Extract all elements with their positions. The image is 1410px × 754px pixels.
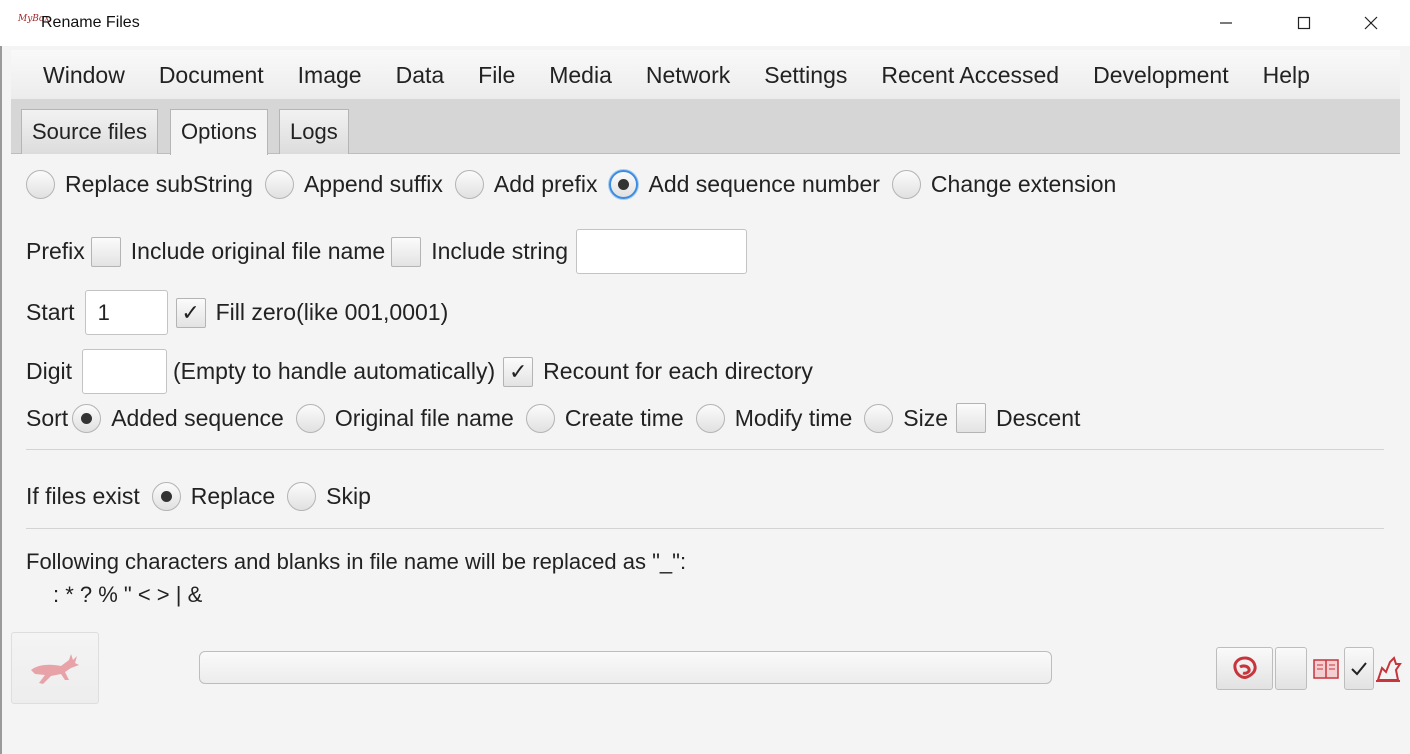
minimize-button[interactable] (1197, 0, 1255, 46)
radio-selected-dot (160, 491, 172, 502)
close-button[interactable] (1342, 0, 1400, 46)
radio-sort-added-sequence[interactable] (72, 403, 102, 433)
checkbox-include-string[interactable] (391, 236, 422, 267)
menu-bar: Window Document Image Data File Media Ne… (11, 50, 1400, 100)
book-icon (1313, 658, 1339, 679)
label-digit-hint: (Empty to handle automatically) (173, 358, 496, 384)
label-if-files-exist: If files exist (26, 483, 140, 509)
radio-add-prefix[interactable] (454, 170, 484, 199)
maximize-icon (1297, 16, 1311, 30)
label-exist-skip: Skip (326, 483, 371, 509)
notice-text: Following characters and blanks in file … (26, 549, 687, 574)
label-fill-zero: Fill zero(like 001,0001) (215, 299, 449, 325)
radio-change-extension[interactable] (891, 170, 921, 199)
label-sort-modify-time: Modify time (734, 404, 853, 431)
menu-network[interactable]: Network (629, 50, 747, 100)
radio-sort-original-name[interactable] (295, 403, 325, 433)
label-append-suffix: Append suffix (303, 171, 443, 197)
checkbox-fill-zero[interactable]: ✓ (175, 297, 206, 328)
radio-exist-replace[interactable] (151, 482, 181, 511)
cat-icon (1376, 655, 1402, 682)
menu-data[interactable]: Data (379, 50, 462, 100)
label-sort-original-name: Original file name (334, 404, 514, 431)
label-sort: Sort (26, 404, 69, 431)
checkbox-include-original-name[interactable] (90, 236, 121, 267)
tab-source-files[interactable]: Source files (21, 109, 158, 154)
check-icon: ✓ (181, 299, 200, 325)
separator (26, 528, 1384, 529)
label-add-prefix: Add prefix (493, 171, 598, 197)
prefix-row: Prefix Include original file name Includ… (26, 229, 748, 274)
toggle-button[interactable] (1275, 647, 1307, 690)
sort-row: Sort Added sequence Original file name C… (26, 403, 1080, 433)
menu-document[interactable]: Document (142, 50, 281, 100)
label-prefix: Prefix (26, 238, 85, 264)
start-row: Start ✓ Fill zero(like 001,0001) (26, 290, 448, 335)
options-panel: Replace subString Append suffix Add pref… (11, 155, 1403, 754)
tab-strip: Source files Options Logs (11, 100, 1400, 155)
label-sort-added-sequence: Added sequence (111, 404, 284, 431)
deer-run-icon (31, 654, 79, 684)
label-digit: Digit (26, 358, 73, 384)
check-icon (1351, 661, 1367, 675)
start-button[interactable] (11, 632, 99, 704)
radio-selected-dot (81, 412, 93, 424)
label-sort-create-time: Create time (564, 404, 684, 431)
label-sort-size: Size (903, 404, 949, 431)
checkbox-recount[interactable]: ✓ (503, 356, 534, 387)
include-string-input[interactable] (576, 229, 748, 274)
manual-button[interactable] (1308, 647, 1344, 690)
weibo-icon (1232, 655, 1257, 679)
menu-settings[interactable]: Settings (747, 50, 864, 100)
label-start: Start (26, 299, 75, 325)
label-recount: Recount for each directory (543, 358, 813, 384)
radio-sort-create-time[interactable] (525, 403, 555, 433)
menu-media[interactable]: Media (532, 50, 629, 100)
radio-add-sequence-number[interactable] (609, 170, 639, 199)
start-input[interactable] (84, 290, 168, 335)
menu-window[interactable]: Window (26, 50, 142, 100)
menu-recent-accessed[interactable]: Recent Accessed (864, 50, 1076, 100)
title-bar: MyBox Rename Files (0, 0, 1410, 46)
radio-selected-dot (618, 179, 630, 190)
checkbox-descent[interactable] (956, 403, 987, 433)
weibo-button[interactable] (1216, 647, 1273, 690)
menu-development[interactable]: Development (1076, 50, 1246, 100)
radio-exist-skip[interactable] (287, 482, 317, 511)
label-add-sequence-number: Add sequence number (648, 171, 880, 197)
confirm-button[interactable] (1344, 647, 1374, 690)
label-exist-replace: Replace (190, 483, 276, 509)
radio-sort-size[interactable] (864, 403, 894, 433)
radio-replace-substring[interactable] (26, 170, 55, 199)
separator (26, 449, 1384, 450)
cat-button[interactable] (1373, 647, 1403, 690)
label-include-original-name: Include original file name (130, 238, 386, 264)
label-replace-substring: Replace subString (65, 171, 253, 197)
radio-append-suffix[interactable] (264, 170, 294, 199)
minimize-icon (1220, 22, 1232, 24)
radio-sort-modify-time[interactable] (695, 403, 725, 433)
label-change-extension: Change extension (930, 171, 1117, 197)
digit-row: Digit (Empty to handle automatically) ✓ … (26, 349, 813, 394)
window-border (0, 46, 2, 754)
tab-logs[interactable]: Logs (279, 109, 349, 154)
progress-bar (199, 651, 1052, 684)
maximize-button[interactable] (1275, 0, 1333, 46)
tab-options[interactable]: Options (170, 109, 268, 155)
menu-file[interactable]: File (461, 50, 532, 100)
rename-mode-group: Replace subString Append suffix Add pref… (26, 170, 1116, 199)
close-icon (1364, 16, 1378, 30)
check-icon: ✓ (508, 358, 528, 384)
menu-help[interactable]: Help (1246, 50, 1327, 100)
digit-input[interactable] (82, 349, 168, 394)
menu-image[interactable]: Image (281, 50, 379, 100)
window-title: Rename Files (41, 14, 140, 31)
exist-row: If files exist Replace Skip (26, 482, 371, 511)
notice-characters: : * ? % " < > | & (53, 582, 203, 607)
label-include-string: Include string (431, 238, 569, 264)
mybox-logo-icon: MyBox (18, 15, 49, 33)
label-descent: Descent (996, 404, 1081, 431)
